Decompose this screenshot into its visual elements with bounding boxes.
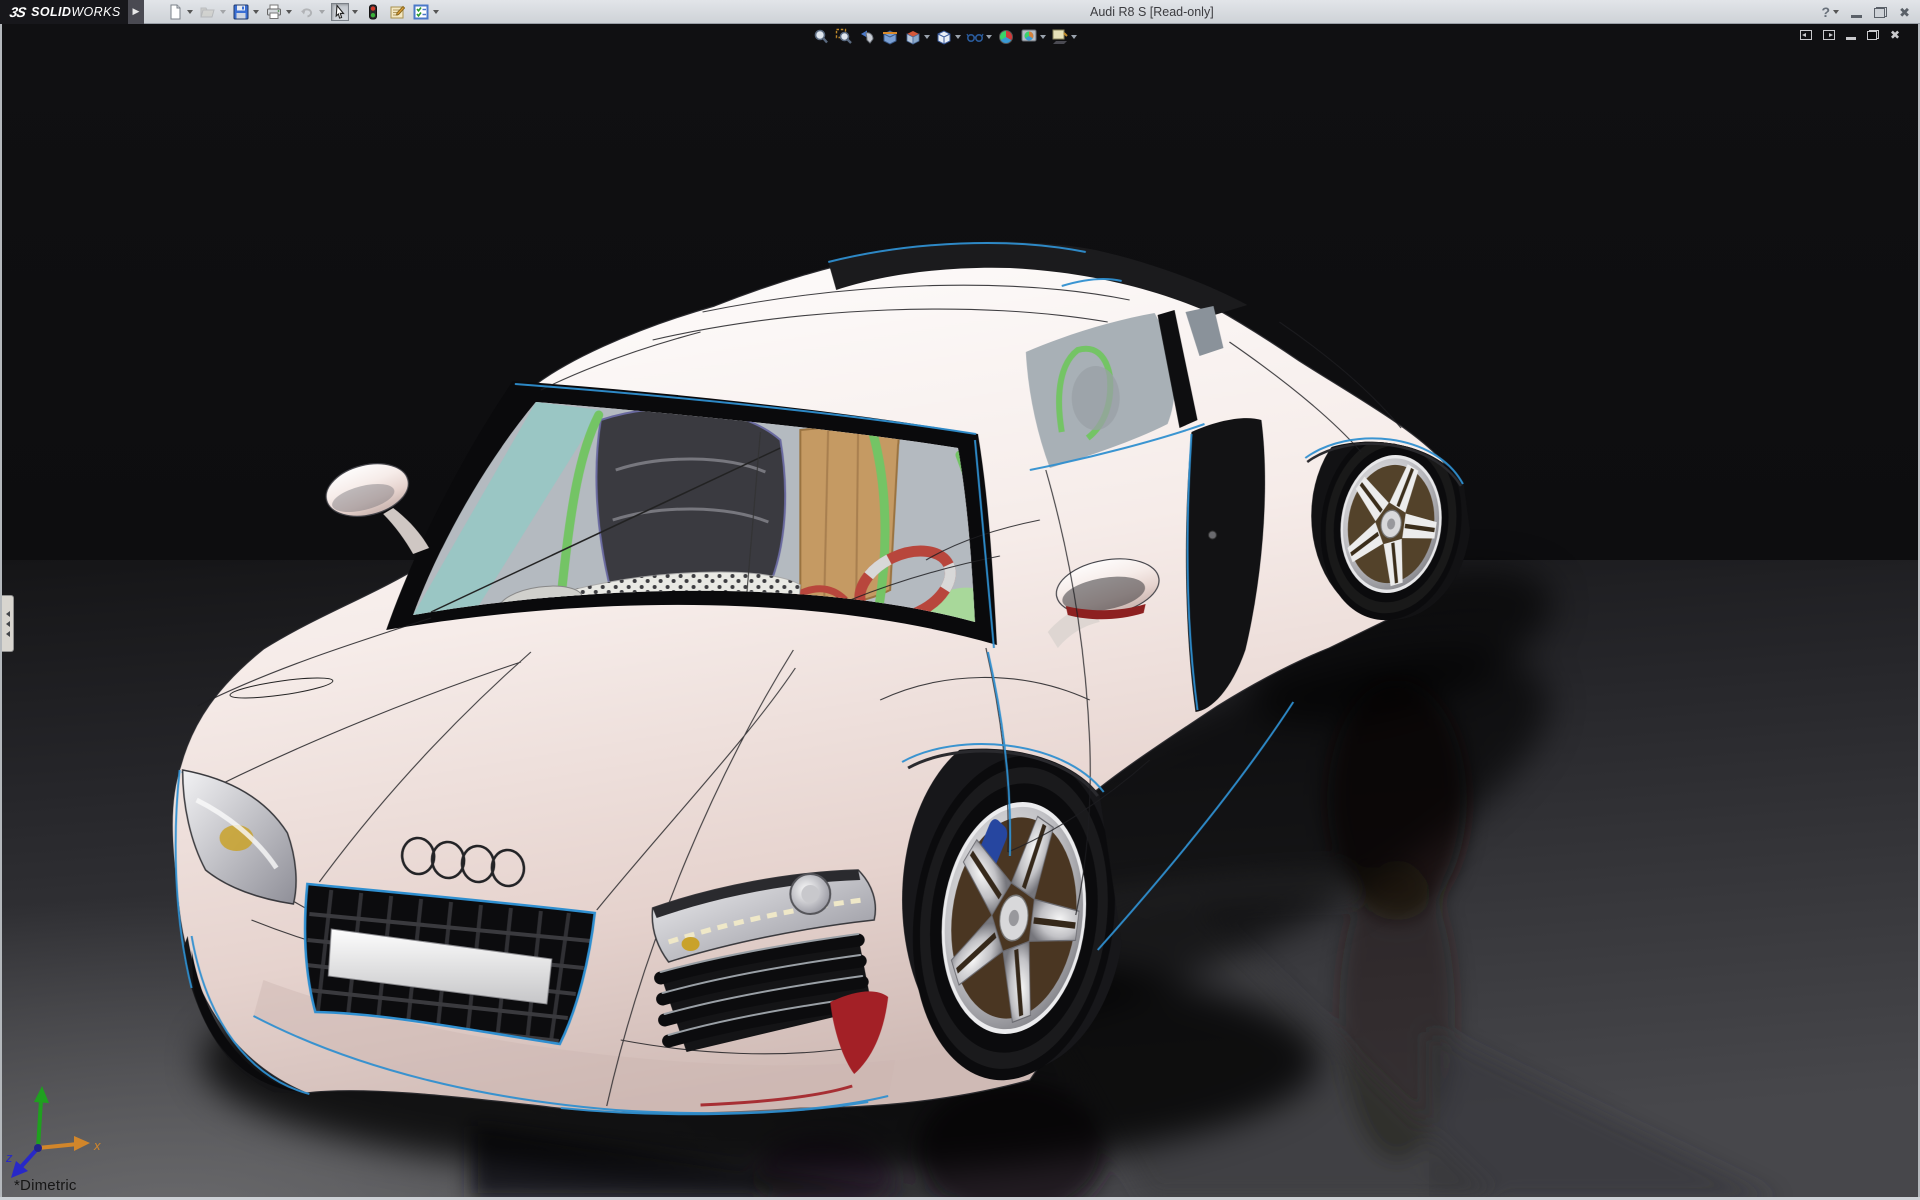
- document-close-button[interactable]: ✖: [1890, 29, 1900, 41]
- z-axis-label: z: [5, 1150, 13, 1165]
- edit-appearance-button[interactable]: [997, 28, 1015, 46]
- window-title: Audi R8 S [Read-only]: [1090, 5, 1214, 19]
- select-dropdown[interactable]: [352, 10, 358, 14]
- apply-scene-icon: [1020, 28, 1038, 46]
- edit-appearance-icon: [997, 28, 1015, 46]
- help-button[interactable]: ?: [1822, 4, 1840, 20]
- traffic-light-icon: [364, 3, 382, 21]
- undo-dropdown[interactable]: [319, 10, 325, 14]
- save-icon: [232, 3, 250, 21]
- model-viewport-scene[interactable]: [2, 24, 1918, 1197]
- view-orientation-button[interactable]: [904, 28, 930, 46]
- x-axis-label: x: [93, 1138, 101, 1153]
- view-settings-button[interactable]: [1051, 28, 1077, 46]
- collapse-arrow-icon: [6, 621, 10, 627]
- print-button[interactable]: [265, 3, 292, 21]
- solidworks-logo: 3S SOLIDWORKS: [0, 0, 128, 24]
- display-style-dropdown[interactable]: [955, 35, 961, 39]
- document-window-controls: ✖: [1800, 29, 1900, 41]
- new-document-icon: [166, 3, 184, 21]
- print-dropdown[interactable]: [286, 10, 292, 14]
- zoom-to-fit-button[interactable]: [812, 28, 830, 46]
- open-dropdown[interactable]: [220, 10, 226, 14]
- zoom-to-area-icon: [835, 28, 853, 46]
- collapse-arrow-icon: [6, 611, 10, 617]
- new-dropdown[interactable]: [187, 10, 193, 14]
- options-checklist-icon: [412, 3, 430, 21]
- save-dropdown[interactable]: [253, 10, 259, 14]
- options-dropdown[interactable]: [433, 10, 439, 14]
- document-restore-button[interactable]: [1867, 30, 1879, 40]
- hide-show-dropdown[interactable]: [986, 35, 992, 39]
- logo-wordmark: SOLIDWORKS: [31, 5, 120, 19]
- options-button[interactable]: [412, 3, 439, 21]
- headsup-view-toolbar: [812, 27, 1082, 47]
- select-cursor-icon: [331, 3, 349, 21]
- help-dropdown[interactable]: [1833, 10, 1839, 14]
- standard-toolbar: [166, 0, 445, 24]
- comment-button[interactable]: [388, 3, 406, 21]
- display-style-icon: [935, 28, 953, 46]
- collapse-arrow-icon: [6, 631, 10, 637]
- restore-button[interactable]: [1874, 7, 1887, 18]
- save-button[interactable]: [232, 3, 259, 21]
- section-view-button[interactable]: [881, 28, 899, 46]
- comment-icon: [388, 3, 406, 21]
- titlebar: 3S SOLIDWORKS ▶: [0, 0, 1920, 24]
- hide-show-items-icon: [966, 28, 984, 46]
- open-document-icon: [199, 3, 217, 21]
- y-axis-arrow: [34, 1086, 49, 1103]
- document-minimize-button[interactable]: [1846, 37, 1856, 40]
- apply-scene-dropdown[interactable]: [1040, 35, 1046, 39]
- minimize-button[interactable]: [1851, 15, 1862, 18]
- door-keyhole: [1208, 531, 1216, 539]
- section-view-icon: [881, 28, 899, 46]
- view-orientation-dropdown[interactable]: [924, 35, 930, 39]
- select-button[interactable]: [331, 3, 358, 21]
- display-style-button[interactable]: [935, 28, 961, 46]
- window-controls: ? ✖: [1822, 0, 1910, 24]
- close-button[interactable]: ✖: [1899, 6, 1910, 19]
- x-axis-arrow: [74, 1136, 90, 1151]
- print-icon: [265, 3, 283, 21]
- hide-show-items-button[interactable]: [966, 28, 992, 46]
- solidworks-window: 3S SOLIDWORKS ▶: [0, 0, 1920, 1200]
- display-pane-toggle-icon[interactable]: [1823, 30, 1835, 40]
- view-settings-dropdown[interactable]: [1071, 35, 1077, 39]
- logo-3s-icon: 3S: [8, 4, 27, 20]
- view-orientation-icon: [904, 28, 922, 46]
- zoom-to-fit-icon: [812, 28, 830, 46]
- open-document-button[interactable]: [199, 3, 226, 21]
- view-orientation-label: *Dimetric: [14, 1177, 77, 1194]
- view-settings-icon: [1051, 28, 1069, 46]
- interference-check-button[interactable]: [364, 3, 382, 21]
- graphics-viewport[interactable]: ✖ x z *Dimetric: [0, 24, 1920, 1197]
- new-document-button[interactable]: [166, 3, 193, 21]
- feature-manager-collapsed-tab[interactable]: [2, 595, 14, 652]
- orientation-triad: x z: [4, 1078, 108, 1190]
- seat-through-window: [1072, 366, 1120, 430]
- undo-icon: [298, 3, 316, 21]
- previous-view-button[interactable]: [858, 28, 876, 46]
- apply-scene-button[interactable]: [1020, 28, 1046, 46]
- undo-button[interactable]: [298, 3, 325, 21]
- feature-pane-toggle-icon[interactable]: [1800, 30, 1812, 40]
- logo-bold: SOLID: [31, 5, 71, 19]
- zoom-to-area-button[interactable]: [835, 28, 853, 46]
- logo-light: WORKS: [71, 5, 120, 19]
- previous-view-icon: [858, 28, 876, 46]
- menu-expand-arrow[interactable]: ▶: [128, 0, 144, 24]
